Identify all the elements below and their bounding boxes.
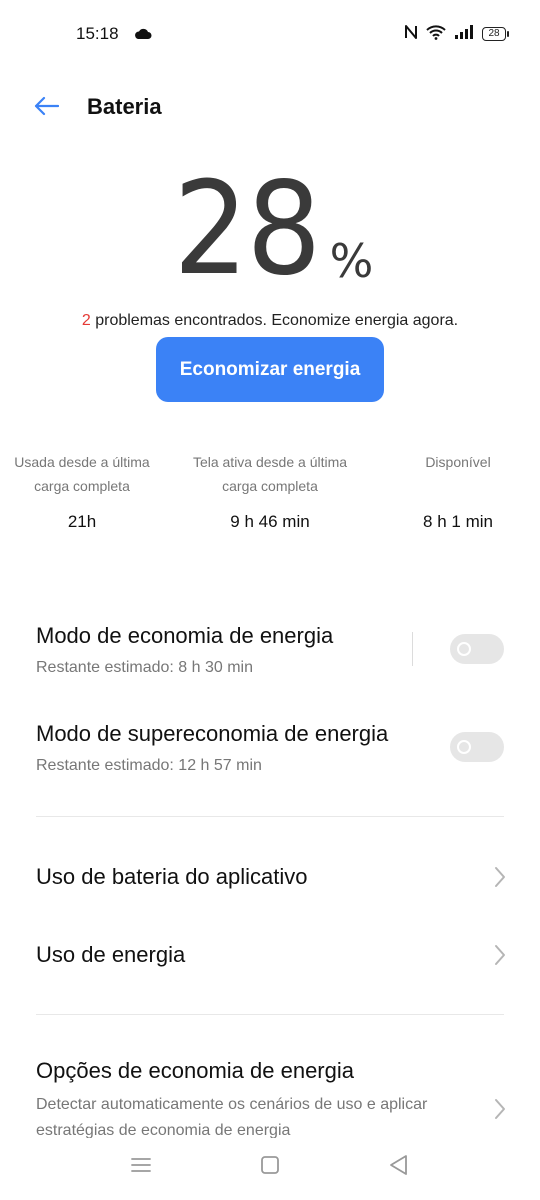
power-saving-mode-toggle[interactable]	[450, 634, 504, 664]
stat-screen-on: Tela ativa desde a última carga completa…	[185, 450, 355, 532]
stat-value: 9 h 46 min	[230, 512, 310, 531]
divider	[412, 632, 413, 666]
menu-nav-button[interactable]	[121, 1152, 161, 1182]
battery-percent-display: 28 %	[0, 166, 540, 294]
nfc-icon	[404, 24, 418, 45]
chevron-right-icon	[494, 1098, 506, 1125]
stat-value: 21h	[67, 512, 97, 531]
power-saving-options-title: Opções de economia de energia	[36, 1058, 354, 1083]
section-divider	[36, 816, 504, 817]
problems-message: 2 problemas encontrados. Economize energ…	[0, 312, 540, 330]
arrow-left-icon	[33, 96, 60, 121]
problems-text: problemas encontrados. Economize energia…	[90, 312, 459, 329]
back-button[interactable]	[28, 90, 64, 126]
battery-percent-value: 28	[173, 155, 321, 304]
toggle-knob	[457, 642, 471, 656]
power-saving-mode-subtitle: Restante estimado: 8 h 30 min	[36, 659, 254, 676]
super-power-saving-mode-title: Modo de supereconomia de energia	[36, 721, 389, 746]
problems-count: 2	[81, 312, 91, 329]
super-power-saving-mode-subtitle: Restante estimado: 12 h 57 min	[36, 757, 262, 774]
power-saving-options-description: Detectar automaticamente os cenários de …	[36, 1096, 428, 1139]
energy-usage-row[interactable]: Uso de energia	[0, 924, 540, 988]
battery-percent-unit: %	[329, 234, 374, 288]
stat-used-since-charge: Usada desde a última carga completa 21h	[0, 450, 167, 532]
power-saving-mode-title: Modo de economia de energia	[36, 623, 334, 648]
chevron-right-icon	[494, 944, 506, 971]
stat-label: Disponível	[425, 454, 491, 470]
square-icon	[260, 1155, 280, 1180]
battery-icon: 28	[482, 27, 509, 41]
status-icons: 28	[404, 24, 509, 45]
signal-icon	[454, 24, 474, 44]
super-power-saving-mode-toggle[interactable]	[450, 732, 504, 762]
stat-label: Usada desde a última carga completa	[14, 454, 150, 494]
toggle-knob	[457, 740, 471, 754]
stat-label: Tela ativa desde a última carga completa	[192, 454, 348, 494]
wifi-icon	[426, 24, 446, 45]
menu-icon	[131, 1157, 151, 1178]
back-nav-button[interactable]	[378, 1152, 418, 1182]
section-divider	[36, 1014, 504, 1015]
status-time: 15:18	[76, 24, 119, 43]
save-energy-button[interactable]: Economizar energia	[156, 337, 384, 402]
energy-usage-label: Uso de energia	[36, 942, 186, 967]
stat-value: 8 h 1 min	[423, 512, 493, 531]
cloud-icon	[134, 27, 152, 45]
chevron-right-icon	[494, 866, 506, 893]
triangle-back-icon	[388, 1154, 408, 1181]
home-nav-button[interactable]	[250, 1152, 290, 1182]
app-battery-usage-label: Uso de bateria do aplicativo	[36, 864, 308, 889]
stat-available: Disponível 8 h 1 min	[373, 450, 540, 532]
page-title: Bateria	[87, 94, 162, 119]
app-battery-usage-row[interactable]: Uso de bateria do aplicativo	[0, 846, 540, 910]
